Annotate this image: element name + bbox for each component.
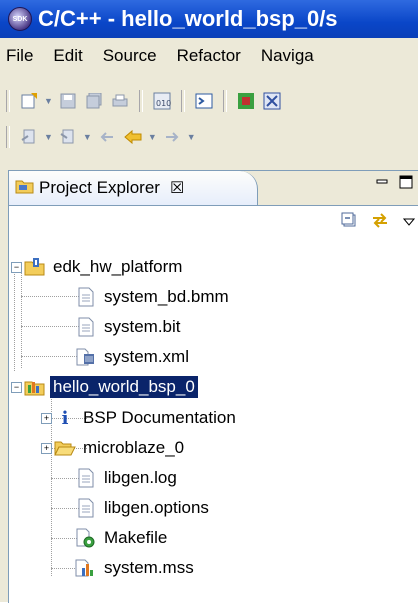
build-icon[interactable]: 010 [152, 91, 172, 111]
console-icon[interactable] [194, 91, 214, 111]
folder-open-icon [54, 437, 76, 459]
tree-item-libgen-log[interactable]: libgen.log [75, 463, 180, 493]
link-with-editor-icon[interactable] [371, 212, 389, 233]
toolbar-separator [180, 90, 185, 112]
bsp-project-icon [24, 376, 46, 398]
tree-item-libgen-options[interactable]: libgen.options [75, 493, 212, 523]
toolbar-separator [222, 90, 227, 112]
tree-item-hello-world-bsp-0[interactable]: − hello_world_bsp_0 [11, 372, 198, 402]
toolbar-area: ▼ 010 ▼ ▼ ▼ ▼ [0, 74, 418, 164]
tree-item-label: microblaze_0 [83, 438, 185, 457]
view-window-controls [375, 175, 413, 193]
forward-arrow-icon[interactable] [162, 127, 182, 147]
file-icon [75, 286, 97, 308]
app-icon: SDK [8, 7, 32, 31]
new-icon[interactable] [19, 91, 39, 111]
collapse-all-icon[interactable] [341, 212, 357, 233]
tree-item-label: hello_world_bsp_0 [50, 376, 198, 398]
last-edit-icon[interactable] [97, 127, 117, 147]
tree-item-label: system_bd.bmm [104, 287, 229, 306]
close-icon[interactable]: ☒ [170, 178, 184, 198]
expand-toggle[interactable]: + [41, 412, 52, 424]
window-title-bar[interactable]: SDK C/C++ - hello_world_bsp_0/s [0, 0, 418, 38]
collapse-toggle[interactable]: − [11, 381, 22, 393]
info-icon: i [61, 407, 69, 429]
tree-item-bsp-documentation[interactable]: + i BSP Documentation [41, 403, 239, 433]
toolbar-separator [138, 90, 143, 112]
tab-project-explorer[interactable]: Project Explorer ☒ [9, 171, 258, 205]
program-fpga-icon[interactable] [236, 91, 256, 111]
chevron-down-icon[interactable]: ▼ [44, 132, 53, 142]
tree-item-label: edk_hw_platform [53, 257, 183, 276]
toolbar-separator [6, 90, 10, 112]
tree-item-system-bit[interactable]: system.bit [75, 312, 184, 342]
tree-item-label: BSP Documentation [83, 408, 236, 427]
next-annotation-icon[interactable] [19, 127, 39, 147]
tree-item-label: libgen.log [104, 468, 177, 487]
tree-item-system-xml[interactable]: system.xml [75, 342, 192, 372]
file-icon [75, 467, 97, 489]
menu-file[interactable]: File [0, 46, 43, 66]
makefile-icon [75, 527, 97, 549]
view-tab-strip: Project Explorer ☒ [9, 171, 418, 205]
tree-item-makefile[interactable]: Makefile [75, 523, 170, 553]
tree-item-edk-hw-platform[interactable]: − edk_hw_platform [11, 252, 185, 282]
toolbar-row-2: ▼ ▼ ▼ ▼ [0, 118, 418, 156]
view-toolbar-icons [341, 212, 416, 233]
menu-refactor[interactable]: Refactor [167, 46, 251, 66]
xml-hardware-file-icon [75, 346, 97, 368]
menu-source[interactable]: Source [93, 46, 167, 66]
hardware-platform-icon [24, 256, 46, 278]
project-tree: − edk_hw_platform system_bd.bmm system.b… [9, 237, 418, 603]
tab-label: Project Explorer [39, 178, 160, 197]
folder-icon [15, 178, 35, 199]
minimize-icon[interactable] [375, 175, 389, 193]
chevron-down-icon[interactable]: ▼ [83, 132, 92, 142]
toolbar-separator [6, 126, 10, 148]
maximize-icon[interactable] [399, 175, 413, 193]
tree-item-system-bd-bmm[interactable]: system_bd.bmm [75, 282, 232, 312]
tree-item-label: libgen.options [104, 498, 209, 517]
window-title: C/C++ - hello_world_bsp_0/s [38, 6, 338, 31]
toolbar-row-1: ▼ 010 [0, 82, 418, 120]
mss-file-icon [75, 557, 97, 579]
expand-toggle[interactable]: + [41, 442, 52, 454]
svg-text:010: 010 [156, 99, 171, 108]
tree-item-microblaze-0[interactable]: + microblaze_0 [41, 433, 187, 463]
file-icon [75, 316, 97, 338]
previous-annotation-icon[interactable] [58, 127, 78, 147]
tree-item-label: system.mss [104, 558, 194, 577]
chevron-down-icon[interactable]: ▼ [44, 96, 53, 106]
chevron-down-icon[interactable]: ▼ [187, 132, 196, 142]
file-icon [75, 497, 97, 519]
tree-item-label: system.bit [104, 317, 181, 336]
tree-item-label: Makefile [104, 528, 168, 547]
view-toolbar [9, 205, 418, 238]
tree-item-system-mss[interactable]: system.mss [75, 553, 197, 583]
save-icon[interactable] [58, 91, 78, 111]
xmd-icon[interactable] [262, 91, 282, 111]
tree-item-label: system.xml [104, 347, 189, 366]
view-menu-icon[interactable] [402, 214, 416, 232]
chevron-down-icon[interactable]: ▼ [148, 132, 157, 142]
collapse-toggle[interactable]: − [11, 261, 22, 273]
menu-navigate[interactable]: Naviga [251, 46, 324, 66]
menu-bar: File Edit Source Refactor Naviga [0, 38, 418, 74]
print-icon[interactable] [110, 91, 130, 111]
back-arrow-icon[interactable] [123, 127, 143, 147]
menu-edit[interactable]: Edit [43, 46, 92, 66]
save-all-icon[interactable] [84, 91, 104, 111]
project-explorer-view: Project Explorer ☒ − edk_hw_platform sys… [8, 170, 418, 603]
